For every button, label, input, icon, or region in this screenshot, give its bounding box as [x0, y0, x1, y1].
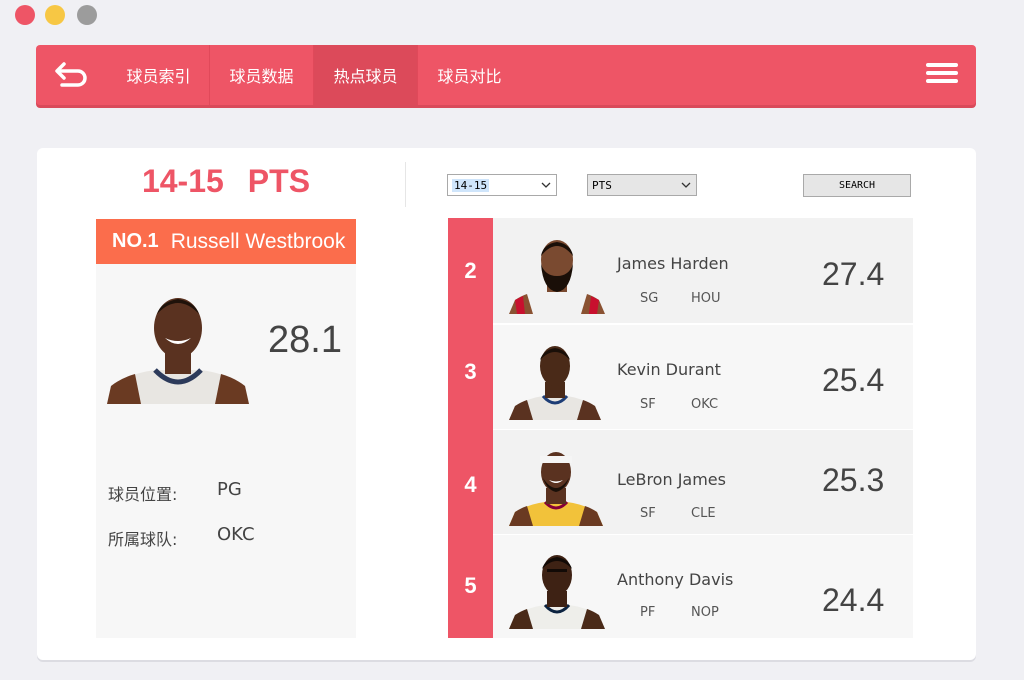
team-label: 所属球队:: [108, 530, 178, 549]
stat-select-value: PTS: [592, 178, 612, 192]
tab-player-compare[interactable]: 球员对比: [418, 45, 521, 105]
ranking-row[interactable]: Kevin Durant SF OKC 25.4: [493, 325, 913, 429]
title-stat: PTS: [247, 163, 311, 199]
hamburger-icon[interactable]: [926, 63, 958, 87]
team-value: OKC: [217, 524, 255, 545]
tab-hot-players[interactable]: 热点球员: [314, 45, 418, 105]
search-button[interactable]: SEARCH: [803, 174, 911, 197]
player-name: Anthony Davis: [617, 570, 734, 589]
tab-player-index[interactable]: 球员索引: [108, 45, 210, 105]
player-team: CLE: [691, 506, 716, 521]
top-player-card: NO.1 Russell Westbrook 28.1 球员位置: PG 所属球…: [96, 219, 356, 638]
player-value: 24.4: [822, 582, 885, 618]
season-select-value: 14-15: [452, 178, 490, 192]
window-close-button[interactable]: [15, 5, 35, 25]
ranking-row[interactable]: James Harden SG HOU 27.4: [493, 218, 913, 323]
position-row: 球员位置: PG: [108, 479, 242, 505]
top-player-photo: [107, 298, 249, 404]
player-position: SG: [640, 291, 659, 306]
top-player-rank: NO.1: [112, 230, 159, 252]
player-position: PF: [640, 605, 656, 620]
player-photo: [509, 346, 601, 420]
player-team: OKC: [691, 397, 719, 412]
back-arrow-icon: [55, 62, 87, 87]
rank-number: 2: [464, 258, 477, 283]
player-team: NOP: [691, 605, 719, 620]
ranking-row[interactable]: LeBron James SF CLE 25.3: [493, 430, 913, 534]
player-value: 25.4: [822, 362, 885, 398]
player-name: James Harden: [617, 254, 729, 273]
rank-number: 5: [464, 573, 477, 598]
player-team: HOU: [691, 291, 721, 306]
divider: [405, 162, 406, 207]
title-season: 14-15: [141, 163, 224, 199]
player-value: 27.4: [822, 256, 885, 292]
stat-select[interactable]: PTS: [587, 174, 697, 196]
window-minimize-button[interactable]: [45, 5, 65, 25]
window-zoom-button[interactable]: [77, 5, 97, 25]
back-button[interactable]: [36, 45, 108, 105]
position-value: PG: [217, 479, 242, 500]
tab-player-stats[interactable]: 球员数据: [210, 45, 314, 105]
chevron-down-icon: [541, 182, 551, 188]
rank-number: 4: [464, 472, 477, 497]
player-photo: [509, 240, 605, 314]
player-value: 25.3: [822, 462, 885, 498]
team-row: 所属球队: OKC: [108, 524, 255, 550]
top-player-value: 28.1: [268, 319, 342, 361]
ranking-row[interactable]: Anthony Davis PF NOP 24.4: [493, 535, 913, 638]
top-player-header: NO.1 Russell Westbrook: [96, 219, 356, 264]
top-player-name: Russell Westbrook: [170, 229, 346, 253]
player-name: Kevin Durant: [617, 360, 721, 379]
position-label: 球员位置:: [108, 485, 178, 504]
page-title: 14-15 PTS: [96, 163, 356, 200]
chevron-down-icon: [681, 182, 691, 188]
player-name: LeBron James: [617, 470, 726, 489]
season-select[interactable]: 14-15: [447, 174, 557, 196]
rank-number: 3: [464, 359, 477, 384]
player-position: SF: [640, 397, 656, 412]
player-position: SF: [640, 506, 656, 521]
player-photo: [509, 452, 603, 526]
player-photo: [509, 555, 605, 629]
top-navbar: 球员索引 球员数据 热点球员 球员对比: [36, 45, 976, 105]
